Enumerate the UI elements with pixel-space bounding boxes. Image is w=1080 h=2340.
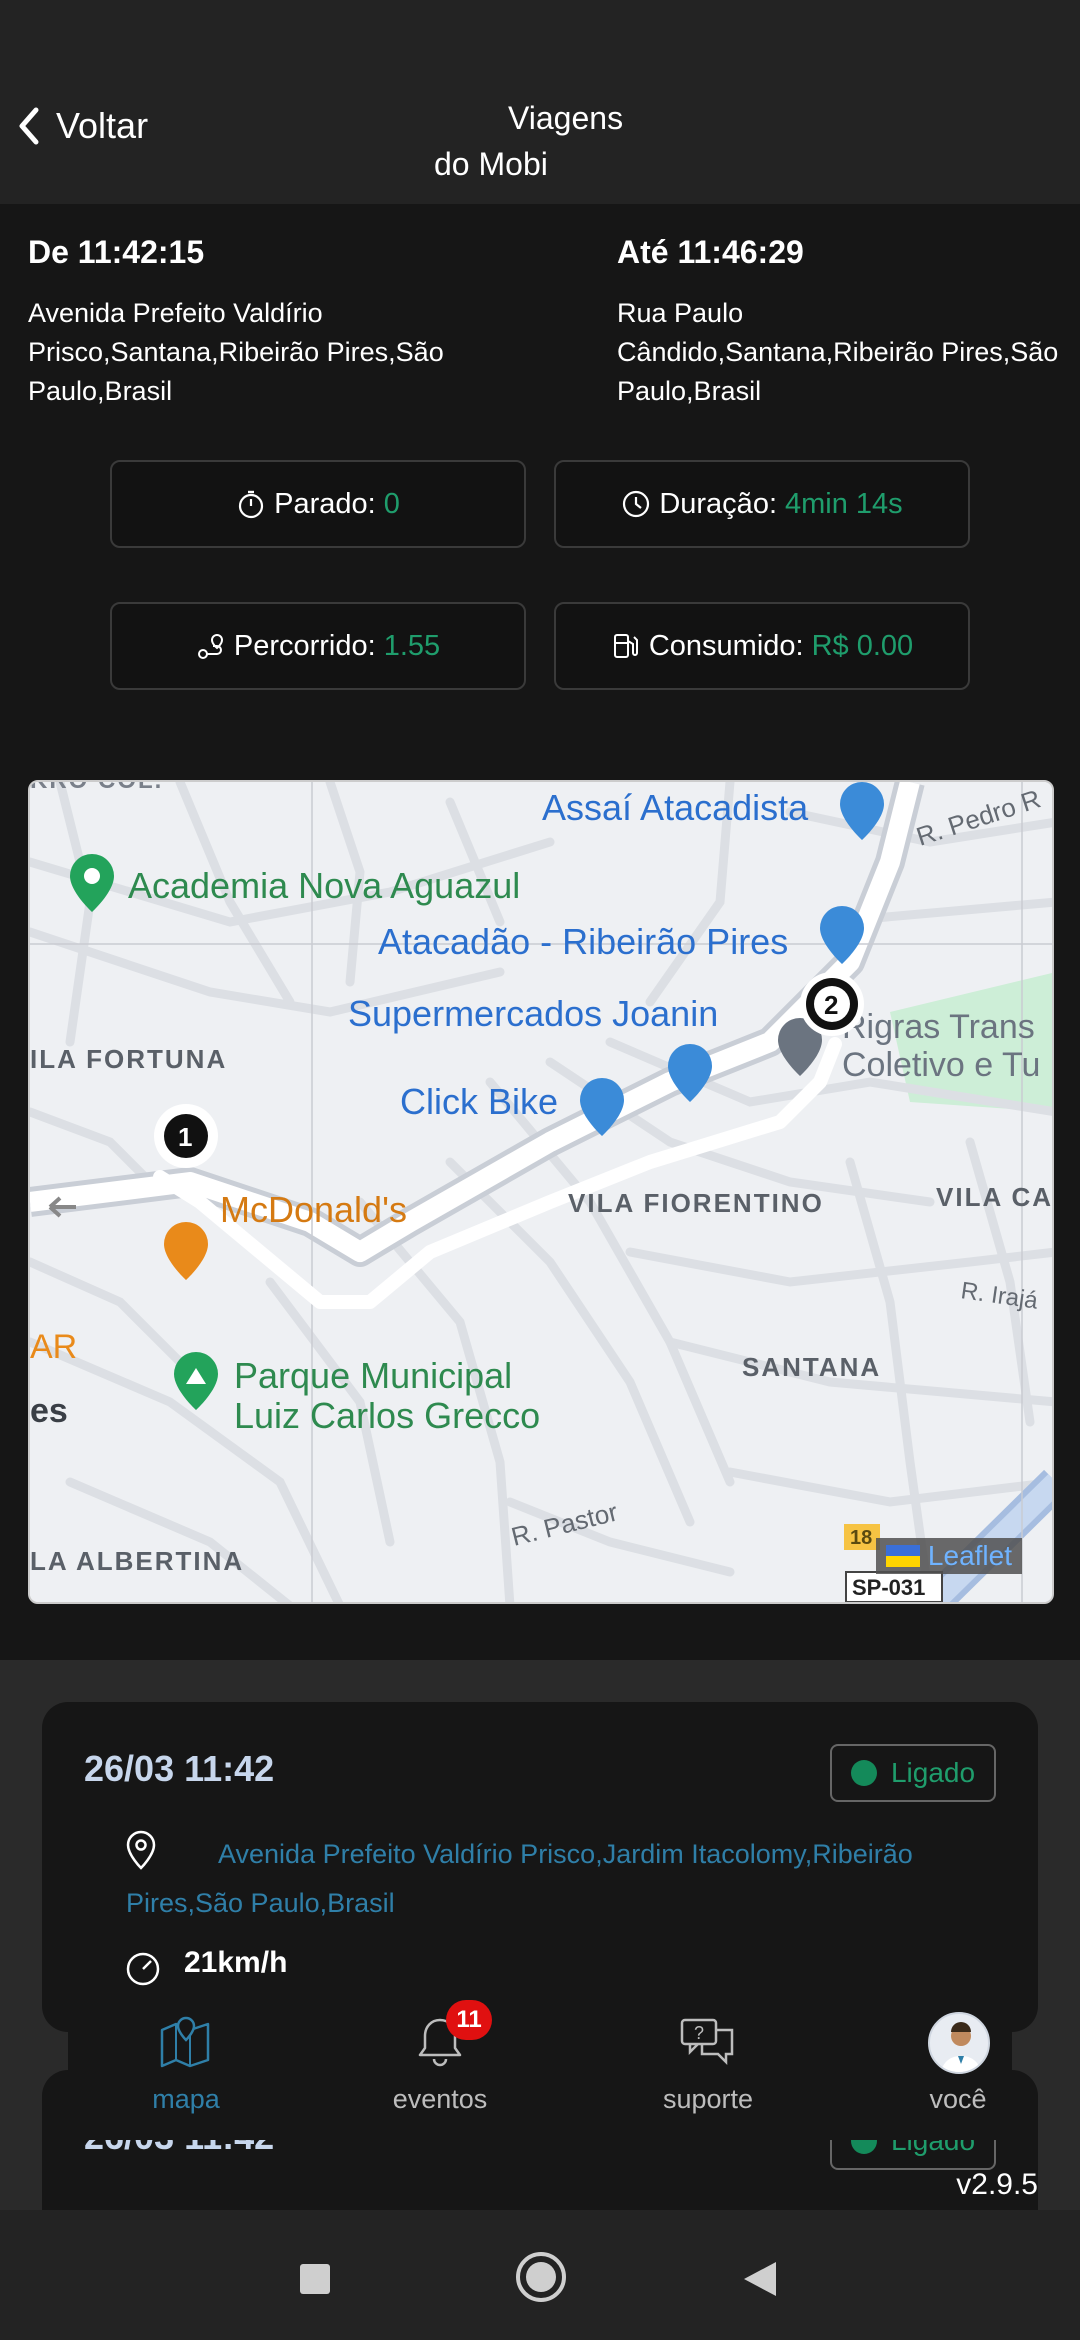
route-icon	[197, 633, 223, 659]
end-marker-label: 2	[824, 990, 838, 1020]
stat-distance-value: 1.55	[383, 629, 441, 662]
user-avatar-icon	[940, 2022, 982, 2072]
page-title-line1: Viagens	[508, 100, 624, 136]
event-card[interactable]: 26/03 11:42 Ligado Avenida Prefeito Vald…	[42, 1702, 1038, 2032]
nav-label-suporte: suporte	[662, 2084, 754, 2114]
stat-stopped-value: 0	[383, 487, 400, 520]
stat-consumed-value: R$ 0.00	[811, 629, 914, 662]
map-icon	[160, 2016, 210, 2068]
map-label-es: es	[30, 1392, 68, 1430]
status-dot-icon	[850, 1760, 877, 1786]
status-label: Ligado	[890, 1757, 976, 1788]
chevron-left-icon	[19, 107, 39, 145]
map-label-road18: 18	[850, 1527, 872, 1549]
stat-consumed: Consumido: R$ 0.00	[554, 602, 970, 690]
nav-item-voce[interactable]: você	[858, 1990, 1058, 2140]
map-label-fortuna: ILA FORTUNA	[30, 1044, 227, 1074]
stat-distance: Percorrido: 1.55	[110, 602, 526, 690]
nav-label-mapa: mapa	[152, 2084, 220, 2114]
trip-start-time: De 11:42:15	[28, 234, 205, 270]
map-label-joanin: Supermercados Joanin	[348, 993, 718, 1034]
map-label-sp031: SP-031	[852, 1575, 925, 1600]
stat-duration: Duração: 4min 14s	[554, 460, 970, 548]
flag-icon	[885, 1545, 920, 1567]
event-address-link[interactable]: Avenida Prefeito Valdírio Prisco,Jardim …	[126, 1830, 1006, 1928]
map-label-academia: Academia Nova Aguazul	[128, 865, 520, 906]
leaflet-link[interactable]: Leaflet	[928, 1540, 1012, 1572]
map-label-vilaca: VILA CA	[936, 1182, 1053, 1212]
map-label-clickbike: Click Bike	[400, 1081, 558, 1122]
page-title-line2: do Mobi	[434, 146, 548, 182]
map-label-santana: SANTANA	[742, 1352, 881, 1382]
stopwatch-icon	[239, 490, 264, 519]
end-marker[interactable]: 2	[800, 972, 864, 1036]
map-label-mcdonalds: McDonald's	[220, 1189, 407, 1230]
nav-label-eventos: eventos	[392, 2084, 488, 2114]
map-tiles: KRO COL. Assaí Atacadista R. Pedro R Aca…	[30, 782, 1053, 1602]
app-version: v2.9.5	[956, 2168, 1038, 2201]
map-label-rigras1: Rigras Trans	[842, 1008, 1035, 1046]
map-label-assai: Assaí Atacadista	[542, 787, 809, 828]
nav-item-suporte[interactable]: ? suporte	[608, 1990, 808, 2140]
support-chat-icon: ?	[680, 2018, 734, 2066]
stat-stopped-label: Parado:	[274, 487, 376, 520]
nav-item-mapa[interactable]: mapa	[86, 1990, 286, 2140]
home-button[interactable]	[514, 2250, 568, 2304]
stat-duration-label: Duração:	[659, 487, 777, 520]
event-speed: 21km/h	[184, 1946, 288, 1979]
map-label-ar: AR	[30, 1328, 77, 1366]
map-label-parque2: Luiz Carlos Grecco	[234, 1395, 540, 1436]
clock-icon	[623, 490, 650, 518]
map-label-fiorentino: VILA FIORENTINO	[568, 1188, 824, 1218]
leaflet-attribution[interactable]: Leaflet	[875, 1538, 1022, 1574]
map-label-rigras2: Coletivo e Tu	[842, 1046, 1040, 1084]
back-label: Voltar	[56, 105, 149, 146]
bottom-nav: mapa 11 eventos ? suporte você	[68, 1990, 1012, 2140]
recent-apps-button[interactable]	[298, 2262, 332, 2296]
map-label-albertina: LA ALBERTINA	[30, 1546, 244, 1576]
avatar	[928, 2012, 990, 2074]
stat-duration-value: 4min 14s	[785, 487, 903, 520]
stat-stopped: Parado: 0	[110, 460, 526, 548]
status-bar	[0, 0, 1080, 66]
back-button[interactable]: Voltar	[16, 96, 148, 156]
map-label-kro: KRO COL.	[30, 782, 163, 794]
start-marker[interactable]: 1	[154, 1104, 218, 1168]
nav-item-eventos[interactable]: 11 eventos	[340, 1990, 540, 2140]
trip-end-time: Até 11:46:29	[617, 234, 804, 270]
event-datetime: 26/03 11:42	[84, 1748, 275, 1789]
fuel-pump-icon	[613, 634, 638, 658]
back-nav-button[interactable]	[742, 2260, 778, 2298]
speedometer-icon	[126, 1952, 160, 1986]
map-label-parque1: Parque Municipal	[234, 1355, 512, 1396]
notification-badge: 11	[446, 2000, 492, 2040]
stat-distance-label: Percorrido:	[233, 629, 376, 662]
trip-end-address: Rua Paulo Cândido,Santana,Ribeirão Pires…	[617, 298, 1059, 406]
map-label-atacadao: Atacadão - Ribeirão Pires	[378, 921, 788, 962]
trip-start-address: Avenida Prefeito Valdírio Prisco,Santana…	[28, 298, 444, 406]
status-badge: Ligado	[830, 1744, 996, 1802]
nav-label-voce: você	[929, 2084, 987, 2114]
header: Voltar Viagens do Mobi	[0, 66, 1080, 204]
start-marker-label: 1	[178, 1122, 192, 1152]
stat-consumed-label: Consumido:	[648, 629, 804, 662]
system-nav-bar	[0, 2210, 1080, 2340]
svg-text:?: ?	[694, 2023, 704, 2043]
trip-map[interactable]: KRO COL. Assaí Atacadista R. Pedro R Aca…	[28, 780, 1054, 1604]
